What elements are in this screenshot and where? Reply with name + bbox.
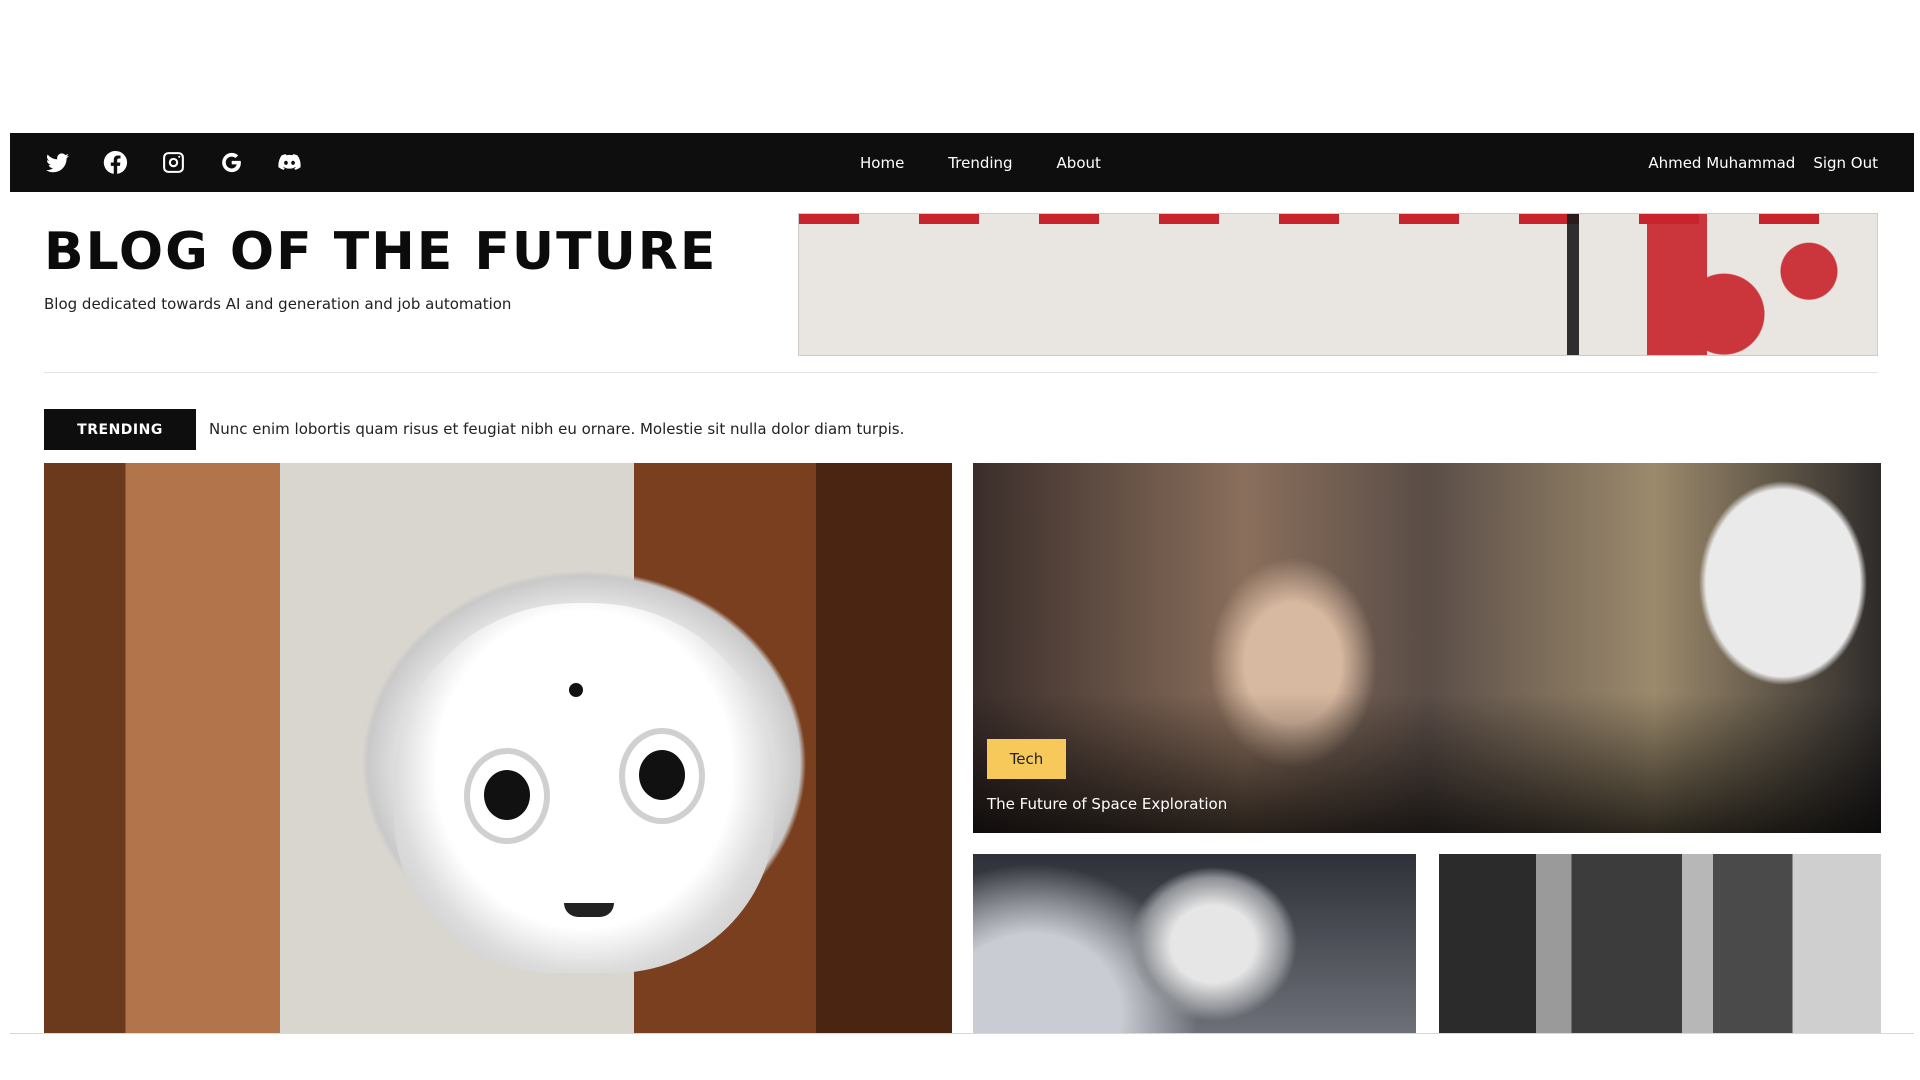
main-article-card[interactable] [44,463,952,1033]
nav-home-link[interactable]: Home [860,154,904,172]
robot-image [394,603,774,973]
user-area: Ahmed Muhammad Sign Out [1648,133,1878,192]
user-name-link[interactable]: Ahmed Muhammad [1648,154,1795,172]
site-title: BLOG OF THE FUTURE [44,222,718,282]
banner-decoration [1537,214,1877,355]
sign-out-link[interactable]: Sign Out [1813,154,1878,172]
feature-article-card[interactable]: Tech The Future of Space Exploration [973,463,1881,833]
site-tagline: Blog dedicated towards AI and generation… [44,295,512,313]
google-icon[interactable] [218,150,244,176]
header-divider [44,372,1878,373]
nav-trending-link[interactable]: Trending [948,154,1012,172]
header-banner-image [798,213,1878,356]
trending-badge: TRENDING [44,409,196,450]
twitter-icon[interactable] [44,150,70,176]
main-nav: Home Trending About [860,133,1101,192]
facebook-icon[interactable] [102,150,128,176]
social-links [44,150,302,176]
trending-headline-link[interactable]: Nunc enim lobortis quam risus et feugiat… [209,420,904,438]
article-card-street-robot[interactable] [1439,854,1881,1033]
nav-about-link[interactable]: About [1057,154,1101,172]
top-navbar: Home Trending About Ahmed Muhammad Sign … [10,133,1914,192]
article-card-space-robot[interactable] [973,854,1416,1033]
page-bottom-border [10,1033,1914,1034]
feature-article-title[interactable]: The Future of Space Exploration [987,795,1227,813]
discord-icon[interactable] [276,150,302,176]
category-tag[interactable]: Tech [987,739,1066,779]
instagram-icon[interactable] [160,150,186,176]
